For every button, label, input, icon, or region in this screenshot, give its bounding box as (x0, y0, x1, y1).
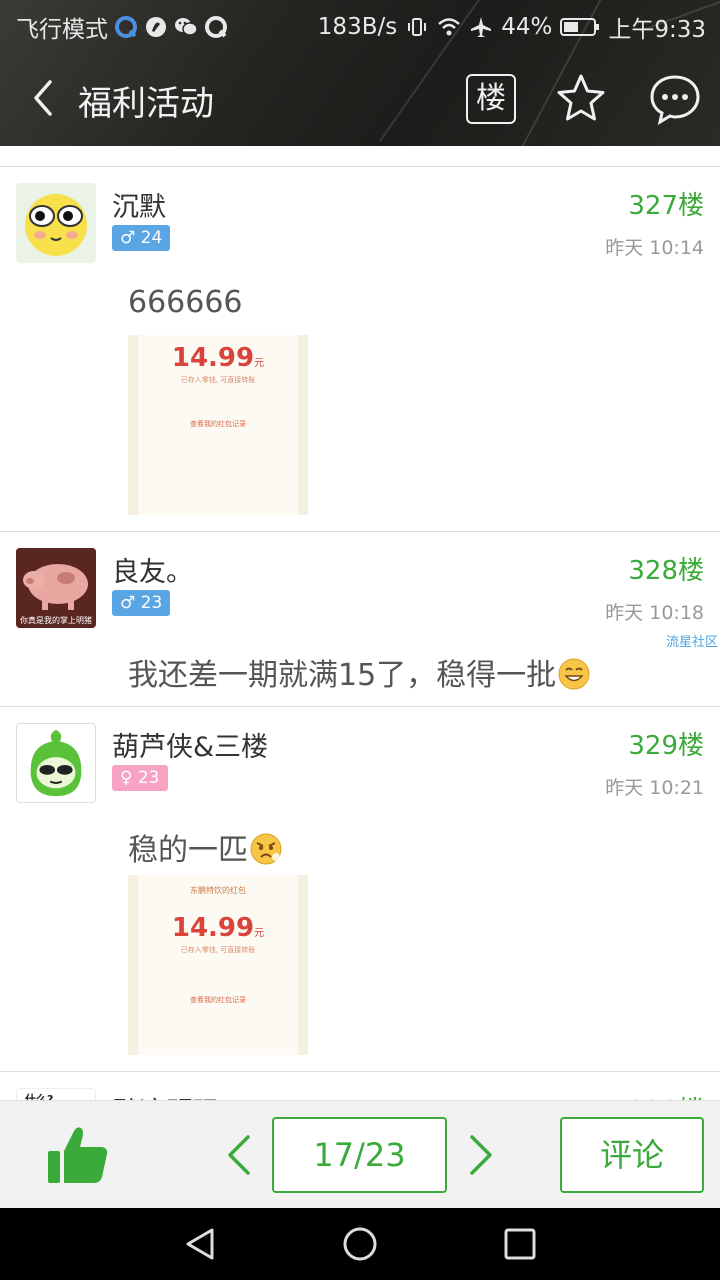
wifi-icon (437, 15, 461, 39)
amount-unit: 元 (254, 928, 265, 939)
floor-number: 327楼 (628, 191, 704, 221)
post-time: 昨天 10:21 (605, 777, 704, 799)
post-time: 昨天 10:14 (605, 237, 704, 259)
avatar-caption: 什么? (25, 1093, 54, 1100)
reply-list[interactable]: 沉默 ♂ 24 327楼 昨天 10:14 666666 14.99元 已存入零… (0, 146, 720, 1100)
wechat-icon (174, 15, 198, 39)
post-image[interactable]: 14.99元 已存入零钱, 可直接转账 查看我的红包记录 (128, 335, 308, 515)
gender-age-badge: ♂ 23 (112, 590, 171, 616)
reply-item: 什么? 默这明玛 330楼 (0, 1071, 720, 1100)
avatar[interactable] (16, 723, 96, 803)
grin-emoji-icon (558, 658, 590, 690)
post-text: 666666 (128, 285, 243, 320)
chevron-left-icon (34, 80, 52, 116)
username[interactable]: 葫芦侠&三楼 (112, 725, 268, 764)
page-title: 福利活动 (78, 84, 214, 124)
title-bar: 福利活动 楼 (0, 50, 720, 146)
previous-page-button[interactable] (224, 1131, 254, 1179)
image-header: 东鹏特饮的红包 (190, 886, 246, 895)
amount-unit: 元 (254, 358, 265, 369)
post-image[interactable]: 东鹏特饮的红包 14.99元 已存入零钱, 可直接转账 查看我的红包记录 (128, 875, 308, 1055)
male-icon: ♂ (120, 228, 136, 248)
post-text-content: 稳的一匹 (128, 833, 248, 868)
battery-percent: 44% (501, 14, 553, 40)
qq-browser-icon (114, 15, 138, 39)
battery-icon (560, 15, 600, 39)
chevron-right-icon (470, 1135, 492, 1175)
like-button[interactable] (46, 1123, 110, 1187)
male-icon: ♂ (120, 593, 136, 613)
username[interactable]: 默这明玛 (112, 1090, 220, 1100)
gender-age-badge: ♀ 23 (112, 765, 168, 791)
angry-emoji-icon (250, 833, 282, 865)
thumbs-up-icon (48, 1127, 108, 1183)
qq-browser-icon-2 (204, 15, 228, 39)
reply-item: 葫芦侠&三楼 ♀ 23 329楼 昨天 10:21 稳的一匹 东鹏特饮的红包 1… (0, 706, 720, 1072)
back-button[interactable] (26, 74, 62, 122)
clock: 上午9:33 (608, 17, 706, 43)
square-recents-icon (504, 1228, 536, 1260)
red-packet-amount: 14.99 (171, 913, 255, 943)
reply-item: 你真是我的掌上明猪 良友。 ♂ 23 328楼 昨天 10:18 我还差一期就满… (0, 531, 720, 707)
image-line2: 查看我的红包记录 (190, 420, 246, 428)
chat-bubble-icon (650, 75, 700, 126)
bottom-action-bar: 17/23 评论 (0, 1100, 720, 1209)
avatar[interactable] (16, 183, 96, 263)
star-icon (557, 74, 605, 121)
floor-number: 330楼 (628, 1090, 704, 1100)
nav-home-button[interactable] (342, 1226, 378, 1262)
comment-button[interactable]: 评论 (560, 1117, 704, 1193)
username[interactable]: 良友。 (112, 550, 193, 589)
image-line2: 查看我的红包记录 (190, 996, 246, 1004)
airplane-mode-label: 飞行模式 (16, 17, 108, 43)
jump-to-floor-button[interactable]: 楼 (466, 74, 516, 124)
red-packet-amount: 14.99 (171, 343, 255, 373)
post-text-content: 我还差一期就满15了，稳得一批 (128, 658, 557, 693)
avatar[interactable]: 你真是我的掌上明猪 (16, 548, 96, 628)
nav-recents-button[interactable] (502, 1226, 538, 1262)
avatar[interactable]: 什么? (16, 1088, 96, 1100)
image-line1: 已存入零钱, 可直接转账 (180, 376, 256, 384)
floor-number: 328楼 (628, 556, 704, 586)
age: 23 (137, 768, 160, 788)
avatar-caption: 你真是我的掌上明猪 (20, 616, 92, 625)
watermark: 流星社区 (665, 635, 718, 650)
vibrate-icon (405, 15, 429, 39)
favorite-button[interactable] (553, 72, 609, 126)
post-time: 昨天 10:18 (605, 602, 704, 624)
post-text: 我还差一期就满15了，稳得一批 (128, 650, 590, 694)
image-line1: 已存入零钱, 可直接转账 (180, 946, 256, 954)
next-page-button[interactable] (466, 1131, 496, 1179)
status-bar: 飞行模式 183B/s 44% 上午9:33 (0, 0, 720, 50)
chevron-left-icon (228, 1135, 250, 1175)
reply-item: 沉默 ♂ 24 327楼 昨天 10:14 666666 14.99元 已存入零… (0, 166, 720, 532)
floor-number: 329楼 (628, 731, 704, 761)
gender-age-badge: ♂ 24 (112, 225, 171, 251)
triangle-back-icon (186, 1228, 214, 1260)
system-nav-bar (0, 1208, 720, 1280)
post-text: 稳的一匹 (128, 825, 282, 869)
app-notification-icon (144, 15, 168, 39)
page-indicator[interactable]: 17/23 (272, 1117, 447, 1193)
age: 24 (140, 228, 163, 248)
network-speed: 183B/s (317, 14, 398, 40)
airplane-icon (469, 15, 493, 39)
app-header: 飞行模式 183B/s 44% 上午9:33 福利活动 楼 (0, 0, 720, 146)
comment-bubble-button[interactable] (648, 72, 702, 126)
circle-home-icon (343, 1227, 377, 1261)
age: 23 (140, 593, 163, 613)
nav-back-button[interactable] (182, 1226, 218, 1262)
female-icon: ♀ (120, 768, 133, 788)
username[interactable]: 沉默 (112, 185, 166, 224)
